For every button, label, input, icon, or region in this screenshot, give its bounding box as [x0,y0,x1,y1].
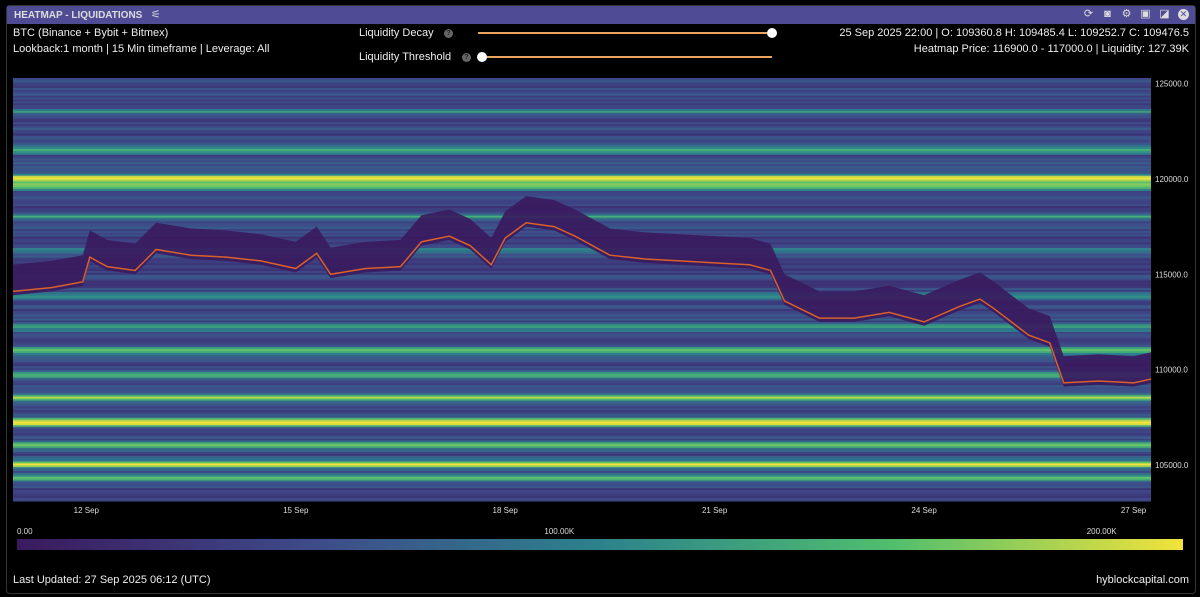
x-tick-label: 15 Sep [283,506,309,515]
colorbar-label: 200.00K [1087,527,1117,536]
y-tick-label: 120000.0 [1155,175,1189,184]
last-updated: Last Updated: 27 Sep 2025 06:12 (UTC) [13,574,211,586]
heatmap-cell [13,78,1151,81]
brand-link[interactable]: hyblockcapital.com [1096,574,1189,586]
y-tick-label: 115000.0 [1155,270,1188,279]
heatmap-window: HEATMAP - LIQUIDATIONS ⚟ ⟳ ◙ ⚙ ▣ ◪ ✕ BTC… [6,5,1196,594]
y-tick-label: 105000.0 [1155,461,1189,470]
colorbar-label: 100.00K [544,527,574,536]
x-tick-label: 18 Sep [493,506,519,515]
y-tick-label: 125000.0 [1155,80,1189,89]
colorbar-label: 0.00 [17,527,33,536]
colorbar [17,539,1183,550]
x-tick-label: 27 Sep [1121,506,1147,515]
y-tick-label: 110000.0 [1155,366,1188,375]
x-tick-label: 24 Sep [911,506,937,515]
x-tick-label: 12 Sep [74,506,100,515]
heatmap-chart[interactable]: 125000.0 120000.0 115000.0 110000.0 105000.0… [7,6,1195,593]
x-tick-label: 21 Sep [702,506,728,515]
